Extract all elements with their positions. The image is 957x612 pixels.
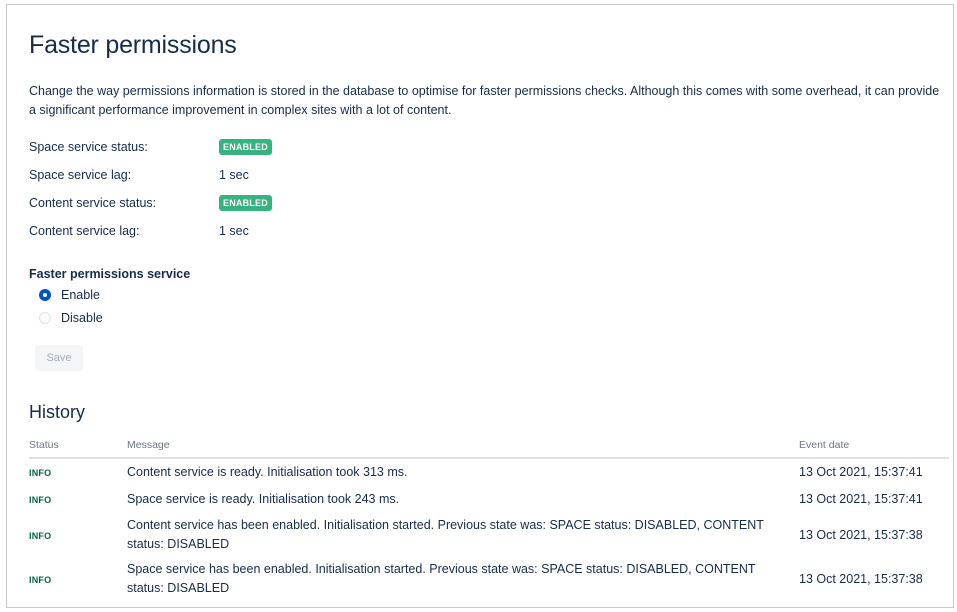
- content-status-label: Content service status:: [29, 196, 157, 210]
- status-badge: INFO: [29, 495, 52, 505]
- message-cell: Space service has been enabled. Initiali…: [127, 562, 756, 595]
- table-row: INFO Content service has been enabled. I…: [29, 513, 949, 557]
- status-cell: INFO: [29, 557, 127, 601]
- status-column-header[interactable]: Status: [29, 433, 127, 459]
- event-date-cell: 13 Oct 2021, 15:37:38: [799, 572, 923, 586]
- event-date-cell: 13 Oct 2021, 15:37:38: [799, 528, 923, 542]
- content-status-row: Content service status: ENABLED: [29, 189, 272, 217]
- status-cell: INFO: [29, 513, 127, 557]
- page-description: Change the way permissions information i…: [29, 84, 940, 117]
- save-button[interactable]: Save: [35, 345, 83, 371]
- message-cell: Content service is ready. Initialisation…: [127, 464, 408, 479]
- disable-label: Disable: [61, 311, 103, 325]
- space-status-badge: ENABLED: [219, 139, 272, 155]
- space-lag-value: 1 sec: [219, 168, 249, 182]
- history-table: Status Message Event date INFO Content s…: [29, 433, 949, 601]
- enable-option[interactable]: Enable: [39, 288, 100, 302]
- status-cell: INFO: [29, 485, 127, 513]
- status-cell: INFO: [29, 458, 127, 485]
- enable-label: Enable: [61, 288, 100, 302]
- content-lag-value: 1 sec: [219, 224, 249, 238]
- disable-radio[interactable]: [39, 312, 51, 324]
- enable-radio[interactable]: [39, 289, 51, 301]
- status-badge: INFO: [29, 575, 52, 585]
- table-row: INFO Space service is ready. Initialisat…: [29, 485, 949, 513]
- content-status-badge: ENABLED: [219, 195, 272, 211]
- space-lag-label: Space service lag:: [29, 168, 132, 182]
- service-status-list: Space service status: ENABLED Space serv…: [29, 133, 272, 245]
- history-heading: History: [29, 402, 86, 422]
- service-heading: Faster permissions service: [29, 267, 191, 281]
- page-title: Faster permissions: [29, 31, 237, 59]
- event-date-column-header[interactable]: Event date: [799, 433, 949, 459]
- status-badge: INFO: [29, 468, 52, 478]
- content-lag-row: Content service lag: 1 sec: [29, 217, 272, 245]
- message-cell: Content service has been enabled. Initia…: [127, 518, 764, 551]
- history-header-row: Status Message Event date: [29, 433, 949, 459]
- settings-panel: Faster permissions Change the way permis…: [6, 4, 954, 608]
- space-lag-row: Space service lag: 1 sec: [29, 161, 272, 189]
- space-status-row: Space service status: ENABLED: [29, 133, 272, 161]
- event-date-cell: 13 Oct 2021, 15:37:41: [799, 465, 923, 479]
- space-status-label: Space service status:: [29, 140, 148, 154]
- table-row: INFO Space service has been enabled. Ini…: [29, 557, 949, 601]
- content-lag-label: Content service lag:: [29, 224, 140, 238]
- disable-option[interactable]: Disable: [39, 311, 103, 325]
- status-badge: INFO: [29, 531, 52, 541]
- message-cell: Space service is ready. Initialisation t…: [127, 491, 400, 506]
- event-date-cell: 13 Oct 2021, 15:37:41: [799, 492, 923, 506]
- message-column-header[interactable]: Message: [127, 433, 799, 459]
- table-row: INFO Content service is ready. Initialis…: [29, 458, 949, 485]
